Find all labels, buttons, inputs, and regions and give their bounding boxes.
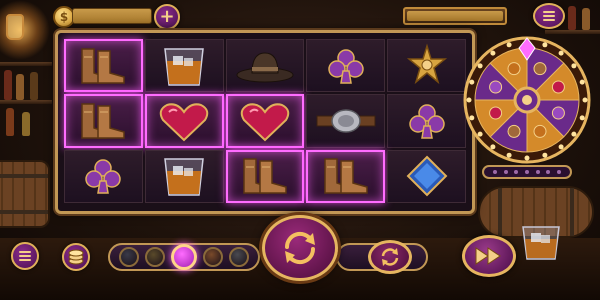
shelf [545, 30, 600, 34]
reel-cell [387, 94, 466, 148]
bet-chip[interactable] [145, 247, 165, 267]
club-icon [85, 159, 122, 195]
spin-icon [284, 231, 316, 265]
heart-icon [489, 106, 503, 120]
reels-grid [64, 39, 466, 203]
whiskey-glass-icon [533, 124, 547, 138]
reel-cell [64, 94, 143, 148]
reel-cell [225, 149, 305, 203]
bet-chip[interactable] [119, 247, 139, 267]
reel-cell [306, 94, 386, 148]
diamond-icon [406, 155, 448, 197]
bottle-icon [30, 72, 38, 100]
club-icon [408, 104, 445, 139]
bottom-menu-button[interactable] [11, 242, 39, 270]
bottle-icon [22, 112, 30, 136]
boots-icon [243, 158, 287, 195]
reel-cell [64, 39, 143, 93]
bet-chip[interactable] [203, 247, 223, 267]
whiskey-glass-icon [164, 47, 205, 86]
reels-frame [55, 30, 475, 214]
lantern-icon [6, 14, 24, 40]
bet-chip[interactable] [229, 247, 249, 267]
whiskey-glass-icon [164, 158, 205, 197]
menu-icon [19, 251, 31, 261]
reel-cell [387, 149, 466, 203]
reel-cell [225, 94, 305, 148]
bonus-wheel[interactable] [459, 36, 595, 164]
reel-cell [306, 149, 386, 203]
wheel-graphic [463, 36, 591, 164]
club-icon [328, 48, 364, 84]
spin-button[interactable] [262, 215, 338, 281]
boots-icon [507, 124, 521, 138]
add-funds-button[interactable]: + [154, 4, 180, 30]
whiskey-glass-decor-icon [522, 226, 560, 260]
shelf [0, 62, 52, 66]
win-value [407, 11, 503, 21]
autoplay-button[interactable] [368, 240, 412, 274]
reel-cell [144, 94, 224, 148]
whiskey-glass-icon [507, 62, 521, 76]
wheel-progress-dots [482, 165, 572, 179]
fast-forward-icon [475, 247, 501, 265]
top-menu-button[interactable] [533, 3, 565, 29]
bet-selector[interactable] [108, 243, 260, 271]
barrel-left [0, 160, 50, 228]
bottle-icon [16, 74, 24, 100]
bottle-icon [568, 6, 576, 30]
balance-display [72, 8, 152, 24]
reel-cell [225, 39, 305, 93]
heart-icon [159, 103, 209, 142]
sheriff-star-icon [406, 43, 447, 84]
belt-buckle-icon [316, 109, 376, 133]
cowboy-hat-icon [236, 52, 294, 83]
reel-cell [64, 149, 143, 203]
club-icon [551, 106, 565, 120]
bottle-icon [4, 70, 12, 100]
boots-icon [81, 103, 126, 139]
bottle-icon [6, 108, 14, 136]
coin-stack-icon [68, 249, 84, 265]
heart-icon [240, 103, 290, 142]
win-display [403, 7, 507, 25]
reel-cell [144, 39, 224, 93]
coins-button[interactable] [62, 243, 90, 271]
menu-icon [543, 11, 555, 21]
boots-icon [81, 47, 126, 84]
shelf [0, 100, 52, 104]
boots-icon [324, 158, 368, 195]
reel-cell [306, 39, 386, 93]
boots-icon [533, 62, 547, 76]
heart-icon [551, 80, 565, 94]
turbo-button[interactable] [462, 235, 516, 277]
reel-cell [144, 149, 224, 203]
bet-chip-active[interactable] [171, 244, 197, 270]
club-icon [489, 80, 503, 94]
autoplay-icon [381, 248, 399, 266]
bottle-icon [582, 8, 590, 30]
reel-cell [387, 39, 466, 93]
